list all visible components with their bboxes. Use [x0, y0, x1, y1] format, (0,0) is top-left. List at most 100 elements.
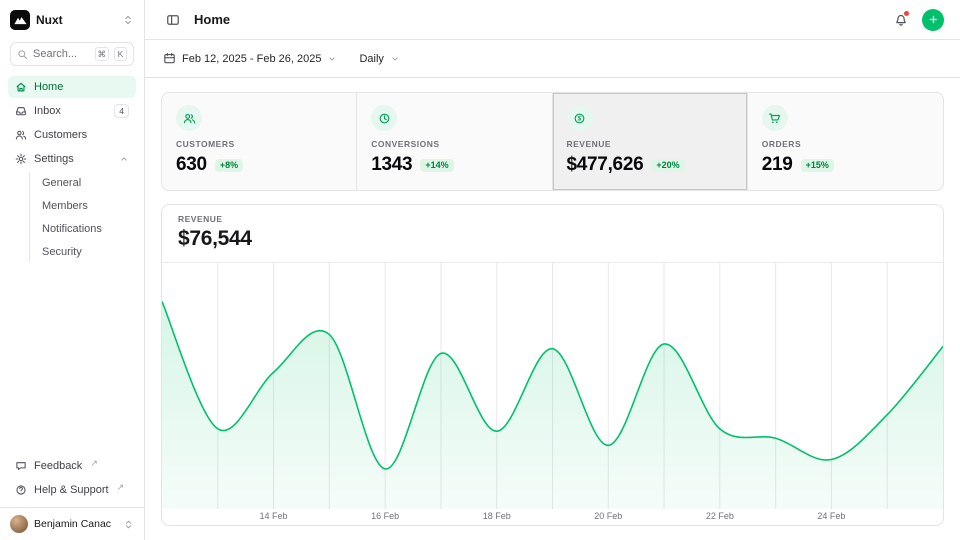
- dashboard-window: Nuxt Search... ⌘ K Home: [0, 0, 960, 540]
- plus-icon: [928, 14, 939, 25]
- kbd-k: K: [114, 47, 127, 61]
- svg-text:$: $: [578, 115, 582, 122]
- stat-label: REVENUE: [567, 139, 733, 149]
- nuxt-logo-icon: [10, 10, 30, 30]
- main-panel: Home Feb 12, 2025 - Feb 26, 2025: [145, 0, 960, 540]
- chevron-down-icon: [327, 54, 337, 64]
- chevron-up-icon: [119, 154, 129, 164]
- sidebar-item-inbox[interactable]: Inbox 4: [8, 100, 136, 122]
- sidebar-item-label: Inbox: [34, 105, 61, 117]
- external-link-icon: ↗: [90, 458, 98, 469]
- search-input[interactable]: Search... ⌘ K: [10, 42, 134, 66]
- chart-canvas: [162, 263, 943, 509]
- sidebar-item-label: Customers: [34, 129, 87, 141]
- speech-bubble-icon: [15, 460, 27, 472]
- revenue-chart-card: REVENUE $76,544 14 Feb 16 Feb 18 Feb 20 Feb…: [161, 204, 944, 526]
- x-axis-label: 14 Feb: [260, 511, 288, 521]
- stat-label: CONVERSIONS: [371, 139, 537, 149]
- x-axis-label: 16 Feb: [371, 511, 399, 521]
- sidebar-item-label: Members: [42, 200, 88, 212]
- footer-link-label: Help & Support: [34, 484, 109, 496]
- panel-left-icon: [166, 13, 180, 27]
- collapse-sidebar-button[interactable]: [161, 8, 185, 32]
- inbox-count-badge: 4: [114, 104, 129, 118]
- chevron-down-icon: [390, 54, 400, 64]
- granularity-select[interactable]: Daily: [357, 49, 401, 69]
- date-range-picker[interactable]: Feb 12, 2025 - Feb 26, 2025: [161, 48, 339, 69]
- stat-card-customers[interactable]: CUSTOMERS 630 +8%: [162, 93, 357, 190]
- stat-value: 630: [176, 154, 207, 176]
- trend-badge: +20%: [651, 159, 684, 172]
- trend-badge: +14%: [420, 159, 453, 172]
- home-icon: [15, 81, 27, 93]
- sidebar-item-customers[interactable]: Customers: [8, 124, 136, 146]
- sidebar-footer: Feedback ↗ Help & Support ↗: [0, 451, 144, 507]
- stat-label: CUSTOMERS: [176, 139, 342, 149]
- notifications-button[interactable]: [889, 8, 913, 32]
- stat-card-revenue[interactable]: $ REVENUE $477,626 +20%: [553, 93, 748, 190]
- dashboard-content: CUSTOMERS 630 +8% CONVERSIONS 1343 +14%: [145, 78, 960, 540]
- stats-row: CUSTOMERS 630 +8% CONVERSIONS 1343 +14%: [161, 92, 944, 191]
- date-range-label: Feb 12, 2025 - Feb 26, 2025: [182, 53, 321, 65]
- notification-dot: [904, 11, 909, 16]
- chart-header: REVENUE $76,544: [162, 205, 943, 263]
- kbd-cmd: ⌘: [95, 47, 110, 61]
- x-axis-label: 18 Feb: [483, 511, 511, 521]
- sidebar-item-security[interactable]: Security: [38, 241, 128, 262]
- sidebar: Nuxt Search... ⌘ K Home: [0, 0, 145, 540]
- trend-badge: +15%: [801, 159, 834, 172]
- main-header: Home: [145, 0, 960, 40]
- x-axis-label: 22 Feb: [706, 511, 734, 521]
- search-placeholder: Search...: [33, 48, 90, 60]
- dollar-icon: $: [567, 105, 593, 131]
- sidebar-item-notifications[interactable]: Notifications: [38, 218, 128, 239]
- search-icon: [17, 49, 28, 60]
- chevron-up-down-icon: [122, 14, 134, 26]
- user-menu[interactable]: Benjamin Canac: [0, 507, 144, 540]
- user-name: Benjamin Canac: [34, 518, 111, 530]
- granularity-label: Daily: [359, 53, 383, 65]
- avatar: [10, 515, 28, 533]
- question-circle-icon: [15, 484, 27, 496]
- sidebar-item-general[interactable]: General: [38, 172, 128, 193]
- cart-icon: [762, 105, 788, 131]
- chart-label: REVENUE: [178, 214, 927, 224]
- stat-value: 219: [762, 154, 793, 176]
- sidebar-item-label: Security: [42, 246, 82, 258]
- settings-subnav: General Members Notifications Security: [29, 172, 128, 262]
- stat-card-conversions[interactable]: CONVERSIONS 1343 +14%: [357, 93, 552, 190]
- workspace-switcher[interactable]: Nuxt: [0, 0, 144, 40]
- filters-toolbar: Feb 12, 2025 - Feb 26, 2025 Daily: [145, 40, 960, 78]
- gear-icon: [15, 153, 27, 165]
- sidebar-item-home[interactable]: Home: [8, 76, 136, 98]
- x-axis-label: 24 Feb: [817, 511, 845, 521]
- feedback-link[interactable]: Feedback ↗: [8, 455, 136, 477]
- create-button[interactable]: [922, 9, 944, 31]
- stat-label: ORDERS: [762, 139, 929, 149]
- sidebar-item-settings[interactable]: Settings: [8, 148, 136, 170]
- users-icon: [15, 129, 27, 141]
- stat-value: $477,626: [567, 154, 644, 176]
- page-title: Home: [194, 12, 230, 27]
- sidebar-item-label: General: [42, 177, 81, 189]
- x-axis: 14 Feb 16 Feb 18 Feb 20 Feb 22 Feb 24 Feb: [162, 511, 943, 523]
- sidebar-item-members[interactable]: Members: [38, 195, 128, 216]
- stat-value: 1343: [371, 154, 412, 176]
- clock-icon: [371, 105, 397, 131]
- calendar-icon: [163, 52, 176, 65]
- trend-badge: +8%: [215, 159, 243, 172]
- sidebar-item-label: Settings: [34, 153, 74, 165]
- users-icon: [176, 105, 202, 131]
- x-axis-label: 20 Feb: [594, 511, 622, 521]
- revenue-area-chart[interactable]: 14 Feb 16 Feb 18 Feb 20 Feb 22 Feb 24 Feb: [162, 263, 943, 525]
- help-support-link[interactable]: Help & Support ↗: [8, 479, 136, 501]
- sidebar-nav: Home Inbox 4 Customers Settings: [0, 74, 144, 264]
- stat-card-orders[interactable]: ORDERS 219 +15%: [748, 93, 943, 190]
- sidebar-item-label: Home: [34, 81, 63, 93]
- external-link-icon: ↗: [117, 482, 125, 493]
- sidebar-item-label: Notifications: [42, 223, 102, 235]
- footer-link-label: Feedback: [34, 460, 82, 472]
- chart-value: $76,544: [178, 227, 927, 251]
- workspace-name: Nuxt: [36, 13, 63, 27]
- chevron-up-down-icon: [123, 519, 134, 530]
